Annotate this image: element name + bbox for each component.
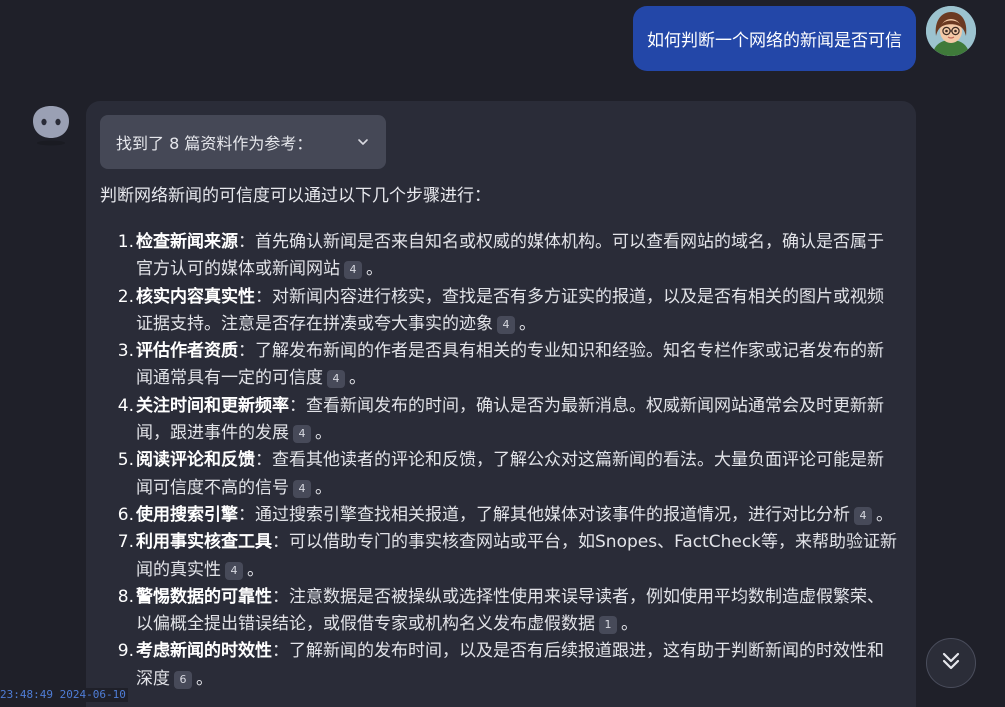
citation-badge[interactable]: 4 — [344, 261, 362, 280]
step-title: 考虑新闻的时效性 — [136, 641, 272, 662]
list-item: 8. 警惕数据的可靠性：注意数据是否被操纵或选择性使用来误导读者，例如使用平均数… — [117, 586, 884, 635]
timestamp: 23:48:49 2024-06-10 — [0, 688, 128, 702]
references-toggle[interactable]: 找到了 8 篇资料作为参考： — [100, 115, 386, 169]
citation-badge[interactable]: 6 — [174, 670, 192, 689]
user-message-bubble: 如何判断一个网络的新闻是否可信 — [633, 6, 916, 71]
references-label: 找到了 8 篇资料作为参考： — [116, 134, 313, 153]
step-title: 关注时间和更新频率 — [136, 395, 289, 416]
bot-message-card: 找到了 8 篇资料作为参考： 判断网络新闻的可信度可以通过以下几个步骤进行： 1… — [86, 101, 916, 707]
list-item: 6. 使用搜索引擎：通过搜索引擎查找相关报道，了解其他媒体对该事件的报道情况，进… — [117, 504, 893, 525]
list-item: 5. 阅读评论和反馈：查看其他读者的评论和反馈，了解公众对这篇新闻的看法。大量负… — [117, 450, 884, 498]
citation-badge[interactable]: 1 — [599, 616, 617, 635]
scroll-to-bottom-button[interactable] — [926, 638, 976, 688]
bot-avatar-icon — [29, 103, 73, 147]
citation-badge[interactable]: 4 — [854, 506, 872, 525]
list-item: 7. 利用事实核查工具：可以借助专门的事实核查网站或平台，如Snopes、Fac… — [117, 532, 898, 580]
step-title: 检查新闻来源 — [136, 232, 238, 252]
citation-badge[interactable]: 4 — [225, 561, 243, 580]
citation-badge[interactable]: 4 — [327, 370, 345, 389]
list-item: 2. 核实内容真实性：对新闻内容进行核实，查找是否有多方证实的报道，以及是否有相… — [117, 286, 884, 334]
step-title: 阅读评论和反馈 — [136, 450, 255, 471]
user-avatar-icon[interactable] — [926, 6, 976, 56]
citation-badge[interactable]: 4 — [293, 479, 311, 498]
step-title: 使用搜索引擎 — [136, 504, 238, 525]
step-title: 警惕数据的可靠性 — [136, 586, 272, 607]
answer-steps-list: 1. 检查新闻来源：首先确认新闻是否来自知名或权威的媒体机构。可以查看网站的域名… — [100, 229, 900, 693]
citation-badge[interactable]: 4 — [293, 425, 311, 444]
double-chevron-down-icon — [938, 648, 964, 678]
step-title: 利用事实核查工具 — [136, 532, 272, 553]
step-title: 评估作者资质 — [136, 341, 238, 362]
step-title: 核实内容真实性 — [136, 286, 255, 307]
chevron-down-icon — [356, 135, 370, 149]
step-body: ：了解发布新闻的作者是否具有相关的专业知识和经验。知名专栏作家或记者发布的新闻通… — [136, 341, 884, 389]
answer-intro: 判断网络新闻的可信度可以通过以下几个步骤进行： — [100, 186, 491, 206]
step-body: ：首先确认新闻是否来自知名或权威的媒体机构。可以查看网站的域名，确认是否属于官方… — [136, 232, 884, 280]
citation-badge[interactable]: 4 — [497, 315, 515, 334]
list-item: 4. 关注时间和更新频率：查看新闻发布的时间，确认是否为最新消息。权威新闻网站通… — [117, 395, 884, 444]
list-item: 9. 考虑新闻的时效性：了解新闻的发布时间，以及是否有后续报道跟进，这有助于判断… — [117, 641, 884, 689]
list-item: 3. 评估作者资质：了解发布新闻的作者是否具有相关的专业知识和经验。知名专栏作家… — [117, 341, 884, 389]
list-item: 1. 检查新闻来源：首先确认新闻是否来自知名或权威的媒体机构。可以查看网站的域名… — [117, 232, 884, 280]
step-body: ：通过搜索引擎查找相关报道，了解其他媒体对该事件的报道情况，进行对比分析 — [238, 504, 850, 525]
chat-page: 如何判断一个网络的新闻是否可信 找到了 8 篇资料作为参考： 判断网络新闻的可信… — [0, 0, 1005, 707]
user-message-text: 如何判断一个网络的新闻是否可信 — [647, 31, 902, 51]
